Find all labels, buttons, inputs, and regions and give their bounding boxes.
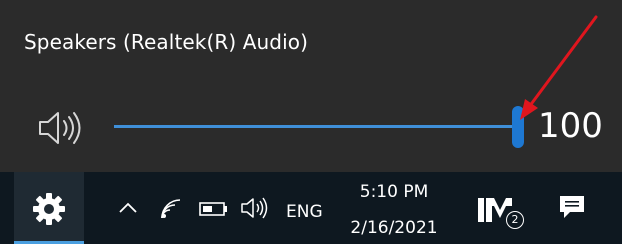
network-button[interactable] bbox=[156, 172, 188, 244]
speaker-volume-icon bbox=[39, 112, 81, 144]
app-notification-badge: 2 bbox=[506, 211, 524, 229]
audio-device-name[interactable]: Speakers (Realtek(R) Audio) bbox=[24, 30, 308, 54]
battery-icon bbox=[199, 202, 227, 216]
wifi-icon bbox=[161, 199, 181, 219]
gear-icon bbox=[33, 193, 65, 225]
settings-button[interactable] bbox=[14, 172, 84, 244]
volume-slider-fill bbox=[114, 125, 518, 128]
volume-button[interactable] bbox=[238, 172, 272, 244]
media-app-button[interactable]: 2 bbox=[470, 172, 530, 244]
mute-toggle-button[interactable] bbox=[36, 108, 86, 148]
volume-slider[interactable] bbox=[114, 106, 524, 148]
action-center-button[interactable] bbox=[554, 172, 590, 244]
clock-date: 2/16/2021 bbox=[350, 218, 438, 238]
volume-value: 100 bbox=[538, 106, 603, 146]
volume-flyout: Speakers (Realtek(R) Audio) 100 bbox=[0, 0, 622, 172]
screen: Speakers (Realtek(R) Audio) 100 ENG 5:10… bbox=[0, 0, 622, 244]
show-hidden-icons-button[interactable] bbox=[114, 172, 142, 244]
action-center-icon bbox=[560, 196, 584, 218]
speaker-icon bbox=[241, 197, 268, 219]
clock[interactable]: 5:10 PM 2/16/2021 bbox=[342, 180, 446, 240]
clock-time: 5:10 PM bbox=[359, 182, 429, 202]
input-language-indicator[interactable]: ENG bbox=[286, 202, 323, 222]
chevron-up-icon bbox=[119, 202, 137, 213]
taskbar: ENG 5:10 PM 2/16/2021 2 bbox=[0, 172, 622, 244]
battery-button[interactable] bbox=[196, 172, 230, 244]
volume-slider-thumb[interactable] bbox=[512, 106, 524, 148]
